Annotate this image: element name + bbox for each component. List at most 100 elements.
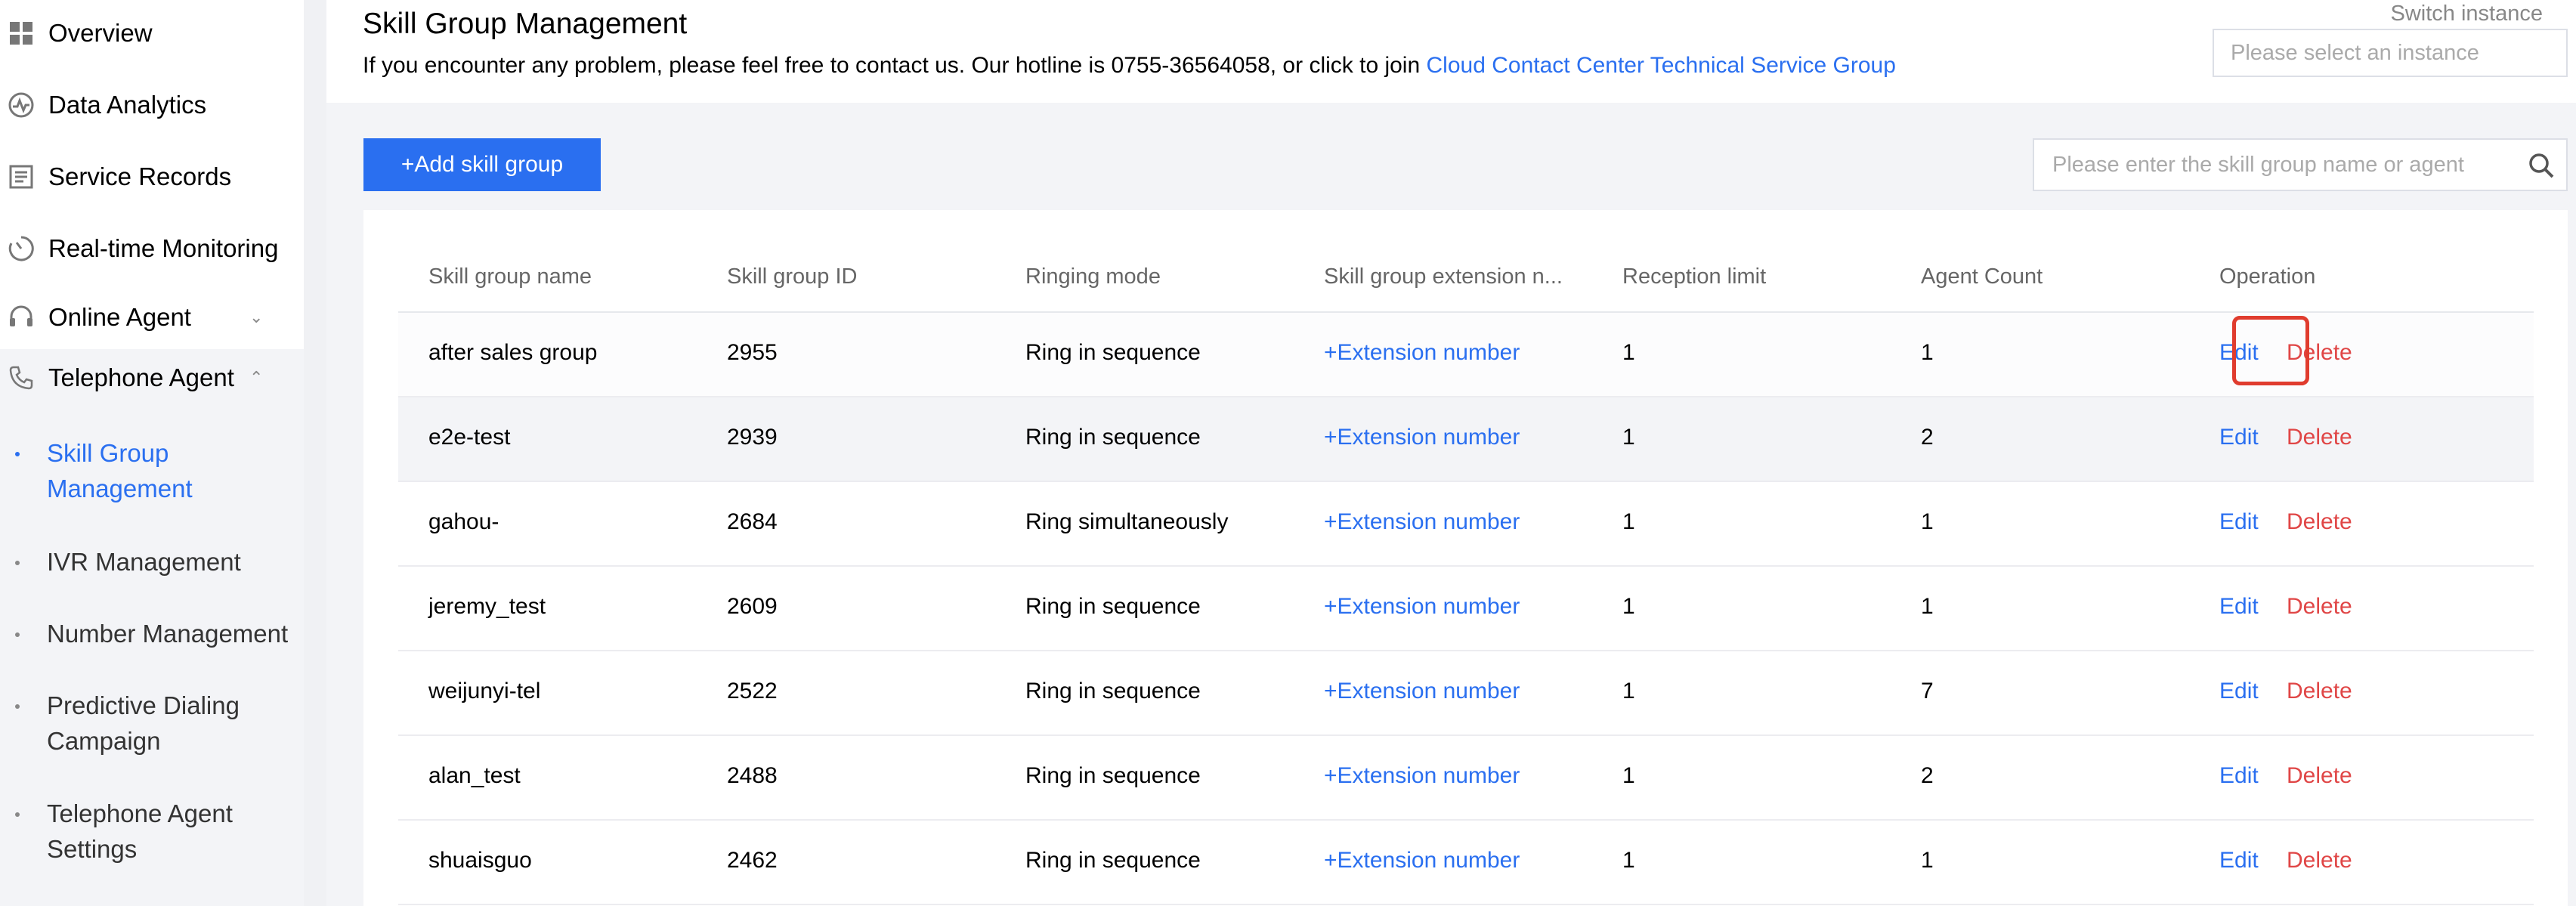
technical-service-group-link[interactable]: Cloud Contact Center Technical Service G…: [1427, 53, 1896, 78]
cell-ringing-mode: Ring in sequence: [1025, 425, 1201, 450]
table-row: shuaisguo 2462 Ring in sequence +Extensi…: [398, 821, 2534, 905]
search-input[interactable]: [2034, 140, 2510, 190]
sidebar-item-label: Service Records: [48, 162, 232, 190]
switch-instance-label: Switch instance: [2390, 2, 2544, 26]
delete-button[interactable]: Delete: [2287, 763, 2352, 789]
sidebar-item-label: Real-time Monitoring: [48, 233, 279, 262]
cell-agent-count: 2: [1921, 425, 1934, 450]
column-header-operation: Operation: [2219, 264, 2316, 289]
sidebar-item-label: Overview: [48, 18, 153, 47]
cell-name: alan_test: [428, 763, 521, 788]
edit-button[interactable]: Edit: [2219, 425, 2259, 450]
edit-button[interactable]: Edit: [2219, 509, 2259, 535]
chevron-down-icon[interactable]: ⌄: [249, 308, 263, 327]
sidebar: Overview Data Analytics Service Records …: [0, 0, 304, 906]
cell-ringing-mode: Ring simultaneously: [1025, 509, 1229, 534]
cell-name: after sales group: [428, 340, 598, 365]
instance-select[interactable]: Please select an instance: [2213, 29, 2568, 77]
cell-id: 2522: [727, 679, 778, 703]
table-row: e2e-test 2939 Ring in sequence +Extensio…: [398, 397, 2534, 482]
sidebar-item-label: Online Agent: [48, 302, 191, 331]
delete-button[interactable]: Delete: [2287, 425, 2352, 450]
edit-button[interactable]: Edit: [2219, 594, 2259, 620]
extension-number-link[interactable]: +Extension number: [1324, 594, 1520, 620]
search-icon[interactable]: [2527, 151, 2556, 180]
sidebar-item-overview[interactable]: Overview: [0, 15, 304, 51]
table-row: alan_test 2488 Ring in sequence +Extensi…: [398, 736, 2534, 821]
cell-name: weijunyi-tel: [428, 679, 541, 703]
add-skill-group-button[interactable]: +Add skill group: [363, 138, 601, 191]
column-header-name: Skill group name: [428, 264, 592, 289]
extension-number-link[interactable]: +Extension number: [1324, 509, 1520, 535]
cell-name: gahou-: [428, 509, 499, 534]
cell-ringing-mode: Ring in sequence: [1025, 679, 1201, 703]
cell-agent-count: 1: [1921, 509, 1934, 534]
delete-button[interactable]: Delete: [2287, 679, 2352, 704]
cell-reception-limit: 1: [1622, 509, 1635, 534]
table-header: Skill group name Skill group ID Ringing …: [398, 210, 2534, 313]
column-header-reception-limit: Reception limit: [1622, 264, 1767, 289]
cell-agent-count: 1: [1921, 340, 1934, 365]
sidebar-item-data-analytics[interactable]: Data Analytics: [0, 87, 304, 122]
cell-name: e2e-test: [428, 425, 511, 450]
cell-agent-count: 1: [1921, 848, 1934, 873]
sidebar-item-realtime-monitoring[interactable]: Real-time Monitoring: [0, 230, 304, 266]
cell-id: 2684: [727, 509, 778, 534]
extension-number-link[interactable]: +Extension number: [1324, 848, 1520, 874]
cell-id: 2488: [727, 763, 778, 788]
headset-icon: [6, 302, 36, 332]
page-title: Skill Group Management: [363, 8, 688, 40]
column-header-extension: Skill group extension n...: [1324, 264, 1563, 289]
cell-name: shuaisguo: [428, 848, 532, 873]
cell-reception-limit: 1: [1622, 594, 1635, 619]
cell-id: 2462: [727, 848, 778, 873]
delete-button[interactable]: Delete: [2287, 594, 2352, 620]
cell-reception-limit: 1: [1622, 340, 1635, 365]
sidebar-item-online-agent[interactable]: Online Agent ⌄: [0, 299, 304, 335]
edit-button[interactable]: Edit: [2219, 340, 2259, 366]
table-row: gahou- 2684 Ring simultaneously +Extensi…: [398, 482, 2534, 567]
edit-button[interactable]: Edit: [2219, 679, 2259, 704]
cell-reception-limit: 1: [1622, 425, 1635, 450]
cell-id: 2939: [727, 425, 778, 450]
table-row: after sales group 2955 Ring in sequence …: [398, 313, 2534, 397]
cell-name: jeremy_test: [428, 594, 546, 619]
grid-icon: [6, 18, 36, 48]
extension-number-link[interactable]: +Extension number: [1324, 763, 1520, 789]
cell-agent-count: 7: [1921, 679, 1934, 703]
extension-number-link[interactable]: +Extension number: [1324, 340, 1520, 366]
extension-number-link[interactable]: +Extension number: [1324, 425, 1520, 450]
cell-reception-limit: 1: [1622, 679, 1635, 703]
table-row: jeremy_test 2609 Ring in sequence +Exten…: [398, 567, 2534, 651]
analytics-icon: [6, 90, 36, 120]
delete-button[interactable]: Delete: [2287, 340, 2352, 366]
cell-ringing-mode: Ring in sequence: [1025, 594, 1201, 619]
monitor-icon: [6, 233, 36, 264]
extension-number-link[interactable]: +Extension number: [1324, 679, 1520, 704]
delete-button[interactable]: Delete: [2287, 509, 2352, 535]
cell-ringing-mode: Ring in sequence: [1025, 340, 1201, 365]
sidebar-item-label: Data Analytics: [48, 90, 207, 119]
delete-button[interactable]: Delete: [2287, 848, 2352, 874]
edit-button[interactable]: Edit: [2219, 763, 2259, 789]
cell-agent-count: 2: [1921, 763, 1934, 788]
sidebar-divider: [304, 0, 326, 906]
sidebar-item-label: Telephone Agent: [48, 363, 234, 391]
skill-group-table: Skill group name Skill group ID Ringing …: [363, 210, 2568, 906]
cell-ringing-mode: Ring in sequence: [1025, 848, 1201, 873]
edit-button[interactable]: Edit: [2219, 848, 2259, 874]
column-header-ringing-mode: Ringing mode: [1025, 264, 1161, 289]
cell-reception-limit: 1: [1622, 848, 1635, 873]
table-row: weijunyi-tel 2522 Ring in sequence +Exte…: [398, 651, 2534, 736]
chevron-up-icon[interactable]: ⌃: [249, 368, 263, 388]
sidebar-item-service-records[interactable]: Service Records: [0, 159, 304, 194]
cell-id: 2955: [727, 340, 778, 365]
records-icon: [6, 162, 36, 192]
contact-notice: If you encounter any problem, please fee…: [363, 53, 1896, 78]
column-header-agent-count: Agent Count: [1921, 264, 2043, 289]
phone-icon: [6, 363, 36, 393]
cell-ringing-mode: Ring in sequence: [1025, 763, 1201, 788]
skill-group-search: [2033, 138, 2568, 191]
cell-id: 2609: [727, 594, 778, 619]
sidebar-item-telephone-agent[interactable]: Telephone Agent ⌃: [0, 349, 304, 407]
